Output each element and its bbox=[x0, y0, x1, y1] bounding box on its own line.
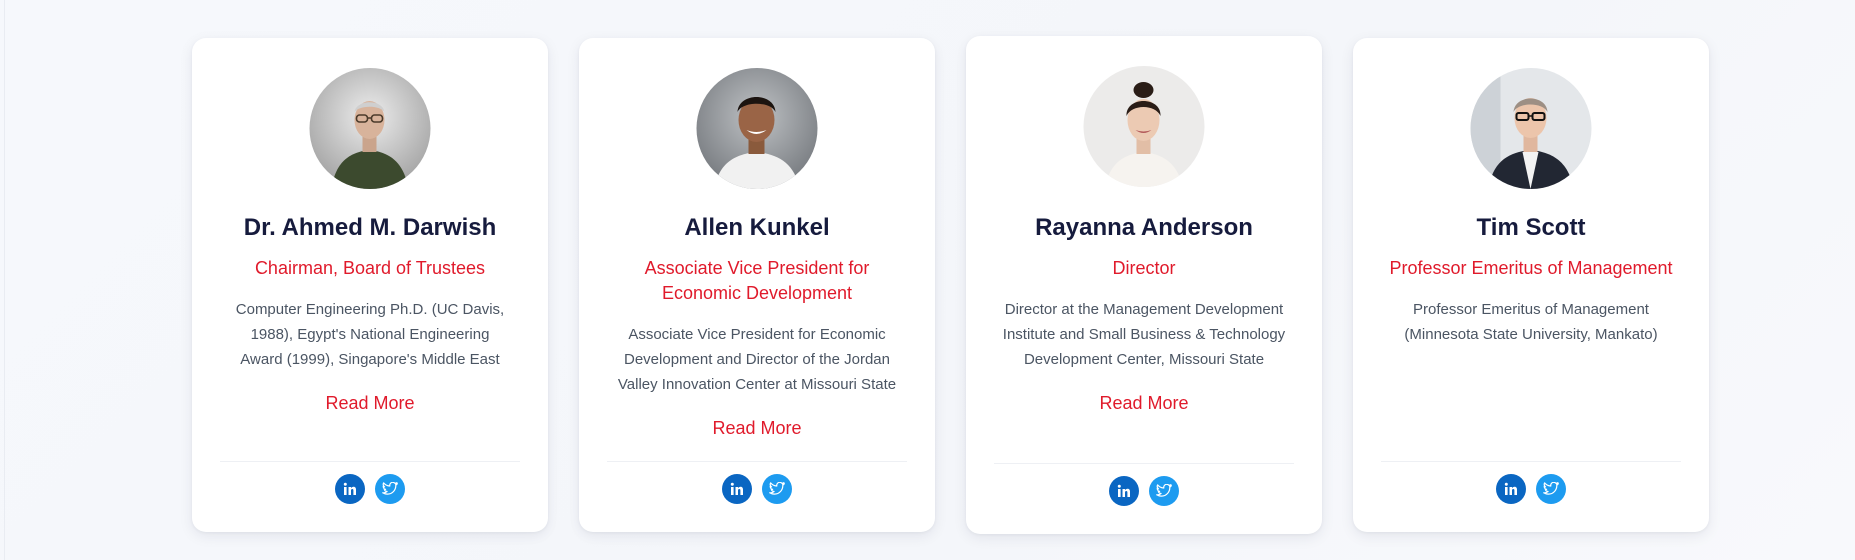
page-edge-divider bbox=[4, 0, 5, 560]
member-role: Professor Emeritus of Management bbox=[1389, 258, 1673, 278]
member-bio: Director at the Management Development I… bbox=[1002, 301, 1286, 368]
team-card: Tim Scott Professor Emeritus of Manageme… bbox=[1353, 38, 1709, 532]
read-more-link[interactable]: Read More bbox=[579, 418, 935, 439]
twitter-icon[interactable] bbox=[1149, 476, 1179, 506]
linkedin-icon[interactable] bbox=[722, 474, 752, 504]
avatar bbox=[309, 68, 431, 189]
linkedin-icon[interactable] bbox=[1109, 476, 1139, 506]
card-divider bbox=[220, 461, 520, 462]
team-card: Dr. Ahmed M. Darwish Chairman, Board of … bbox=[192, 38, 548, 532]
member-role: Associate Vice President for Economic De… bbox=[644, 258, 870, 303]
member-role: Director bbox=[1112, 258, 1176, 278]
twitter-icon[interactable] bbox=[375, 474, 405, 504]
avatar bbox=[1470, 68, 1592, 189]
social-links bbox=[966, 476, 1322, 506]
member-name: Allen Kunkel bbox=[684, 214, 830, 241]
social-links bbox=[192, 474, 548, 504]
twitter-icon[interactable] bbox=[1536, 474, 1566, 504]
avatar bbox=[696, 68, 818, 189]
card-divider bbox=[994, 463, 1294, 464]
member-name: Rayanna Anderson bbox=[1035, 214, 1253, 241]
member-name: Dr. Ahmed M. Darwish bbox=[243, 214, 497, 241]
member-bio: Professor Emeritus of Management (Minnes… bbox=[1404, 301, 1658, 343]
card-divider bbox=[1381, 461, 1681, 462]
member-bio: Computer Engineering Ph.D. (UC Davis, 19… bbox=[235, 301, 505, 368]
linkedin-icon[interactable] bbox=[335, 474, 365, 504]
avatar bbox=[1083, 66, 1205, 187]
twitter-icon[interactable] bbox=[762, 474, 792, 504]
team-card: Allen Kunkel Associate Vice President fo… bbox=[579, 38, 935, 532]
member-bio: Associate Vice President for Economic De… bbox=[617, 326, 897, 393]
social-links bbox=[579, 474, 935, 504]
social-links bbox=[1353, 474, 1709, 504]
member-role: Chairman, Board of Trustees bbox=[254, 258, 486, 278]
team-cards: Dr. Ahmed M. Darwish Chairman, Board of … bbox=[192, 36, 1709, 534]
linkedin-icon[interactable] bbox=[1496, 474, 1526, 504]
card-divider bbox=[607, 461, 907, 462]
team-card: Rayanna Anderson Director Director at th… bbox=[966, 36, 1322, 534]
member-name: Tim Scott bbox=[1476, 214, 1586, 241]
read-more-link[interactable]: Read More bbox=[192, 393, 548, 414]
read-more-link[interactable]: Read More bbox=[966, 393, 1322, 414]
